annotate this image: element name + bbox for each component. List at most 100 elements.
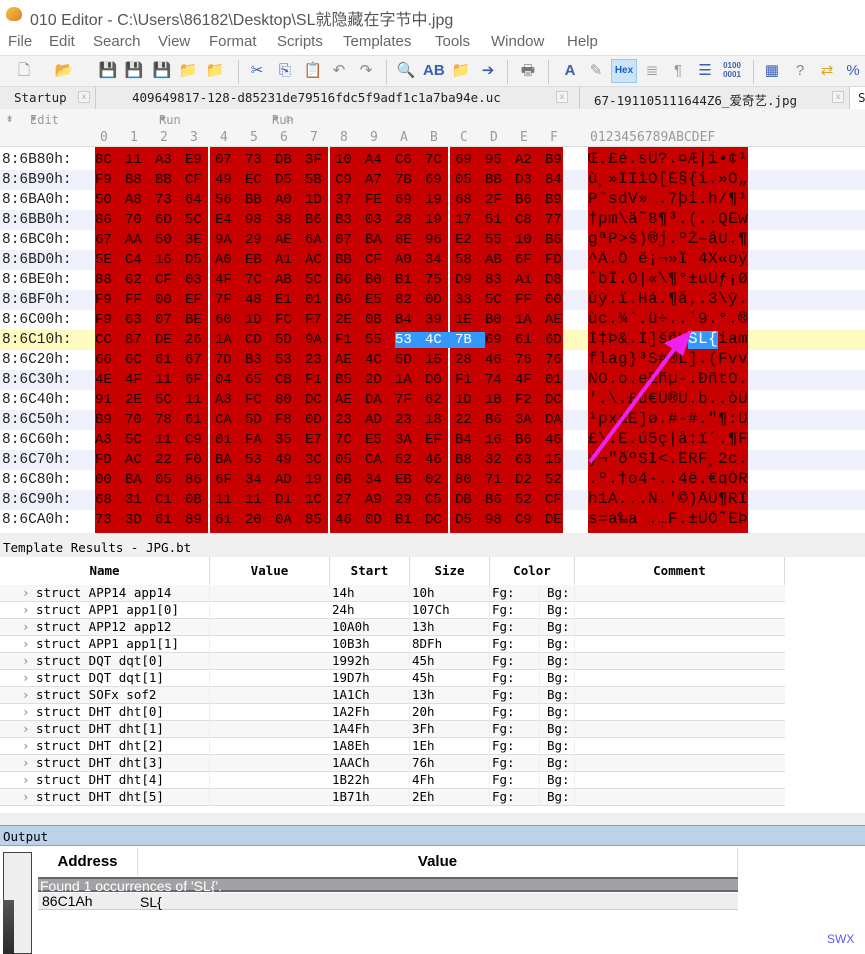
hex-byte[interactable]: 11 [125,152,149,168]
hex-byte[interactable]: A1 [515,272,539,288]
hex-byte[interactable]: 07 [215,152,239,168]
hex-byte[interactable]: DB [455,492,479,508]
hex-byte[interactable]: FD [545,252,569,268]
hex-byte[interactable]: 29 [395,492,419,508]
hex-byte[interactable]: 50 [95,192,119,208]
tab-startup[interactable]: Startup x [0,87,96,109]
hex-byte[interactable]: A1 [275,252,299,268]
ascii-row[interactable]: P¨sdV» .7þi.h/¶¹ [588,191,748,209]
hex-byte[interactable]: 1D [305,192,329,208]
hex-byte[interactable]: DE [155,332,179,348]
hex-byte[interactable]: 19 [425,212,449,228]
hex-byte[interactable]: C6 [395,152,419,168]
hex-byte[interactable]: 1B [485,392,509,408]
hex-byte[interactable]: 9A [305,332,329,348]
hex-byte[interactable]: 0B [365,312,389,328]
menu-templates[interactable]: Templates [343,33,411,50]
hex-byte[interactable]: AD [275,472,299,488]
hex-byte[interactable]: 49 [215,172,239,188]
hex-byte[interactable]: 61 [155,512,179,528]
hex-byte[interactable]: A0 [275,192,299,208]
result-address[interactable]: 86C1Ah [42,893,93,909]
hex-byte[interactable]: E9 [185,152,209,168]
ascii-row[interactable]: NO.o.eËñµ-.ÐñtO. [588,371,748,389]
hex-byte[interactable]: 53 [275,352,299,368]
expand-chevron-icon[interactable]: › [20,789,30,806]
hex-byte[interactable]: EF [425,432,449,448]
hex-byte[interactable]: 26 [185,332,209,348]
ascii-row[interactable]: h1Á...Ñ.'©)ÅÛ¶RÏ [588,491,748,509]
hex-byte[interactable]: 3C [305,452,329,468]
hex-byte[interactable]: 01 [305,292,329,308]
hex-byte[interactable]: 60 [215,312,239,328]
hex-byte[interactable]: 0D [425,292,449,308]
expand-chevron-icon[interactable]: › [20,755,30,772]
hex-byte[interactable]: 01 [545,372,569,388]
hex-byte[interactable]: AE [545,312,569,328]
hex-byte[interactable]: 52 [545,472,569,488]
hex-byte[interactable]: CF [155,272,179,288]
open-icon[interactable]: 📂 [54,61,74,81]
hex-byte[interactable]: 35 [275,432,299,448]
hex-byte[interactable]: 34 [425,252,449,268]
col-value[interactable]: Value [138,848,738,876]
hex-byte[interactable]: BB [335,252,359,268]
tab-uc-file[interactable]: 409649817-128-d85231de79516fdc5f9adf1c1a… [96,87,580,109]
ascii-selection[interactable]: SL{ [688,331,719,349]
hex-byte[interactable]: B1 [395,512,419,528]
hex-byte[interactable]: B6 [335,292,359,308]
hex-byte[interactable]: 48 [245,292,269,308]
hex-byte[interactable]: 96 [425,232,449,248]
find-in-files-icon[interactable]: 📁 [451,61,471,81]
hex-byte[interactable]: 69 [485,332,509,348]
hex-byte[interactable]: 55 [485,232,509,248]
hex-byte[interactable]: F2 [515,392,539,408]
hex-byte[interactable]: 11 [155,432,179,448]
hex-byte[interactable]: FC [245,392,269,408]
hex-byte[interactable]: 98 [485,512,509,528]
hex-byte[interactable]: 73 [95,512,119,528]
hex-byte[interactable]: 71 [485,472,509,488]
hex-byte[interactable]: 68 [455,192,479,208]
hex-byte[interactable]: C9 [185,432,209,448]
hex-byte[interactable]: 11 [155,372,179,388]
col-start[interactable]: Start [330,557,410,585]
ascii-row[interactable]: s=a‰a .…F.±ÜÕ˜ÉÞ [588,511,748,529]
hex-byte[interactable]: FE [365,192,389,208]
hex-byte[interactable]: 2E [125,392,149,408]
ascii-row[interactable]: £\.É.ú5ç|å:ï´.¶F [588,431,748,449]
hex-byte[interactable]: 2E [335,312,359,328]
hex-byte[interactable]: F9 [95,292,119,308]
hex-byte[interactable]: 5C [485,292,509,308]
hex-byte[interactable]: 68 [95,492,119,508]
hex-byte[interactable]: 28 [395,212,419,228]
hex-byte[interactable]: AC [305,252,329,268]
folder-icon[interactable]: 📁 [205,61,225,81]
hex-byte[interactable]: D9 [455,272,479,288]
hex-byte[interactable]: AB [485,252,509,268]
hex-byte[interactable]: 83 [485,272,509,288]
hex-byte[interactable]: 15 [425,352,449,368]
col-value[interactable]: Value [210,557,330,585]
hex-byte[interactable]: F8 [275,412,299,428]
hex-byte[interactable]: CF [545,492,569,508]
hex-byte[interactable]: 1D [245,312,269,328]
hex-byte[interactable]: 1A [215,332,239,348]
hex-byte[interactable]: 33 [455,292,479,308]
hex-byte[interactable]: 4C [425,332,455,348]
hex-byte[interactable]: CD [245,332,269,348]
hex-byte[interactable]: 19 [305,472,329,488]
hex-byte[interactable]: 51 [485,212,509,228]
hex-byte[interactable]: 62 [425,392,449,408]
hex-byte[interactable]: 10 [335,152,359,168]
hex-byte[interactable]: 61 [515,332,539,348]
hex-byte[interactable]: 1A [395,372,419,388]
hex-byte[interactable]: 66 [95,352,119,368]
hex-editor[interactable]: 8:6B80h: 8:6B90h: 8:6BA0h: 8:6BB0h: 8:6BC0h:… [0,147,865,533]
hex-byte[interactable]: B0 [365,272,389,288]
hex-byte[interactable]: E5 [365,432,389,448]
hex-byte[interactable]: 5D [245,412,269,428]
hex-byte[interactable]: 76 [545,352,569,368]
hex-byte[interactable]: 22 [455,412,479,428]
hex-byte[interactable]: 05 [155,472,179,488]
